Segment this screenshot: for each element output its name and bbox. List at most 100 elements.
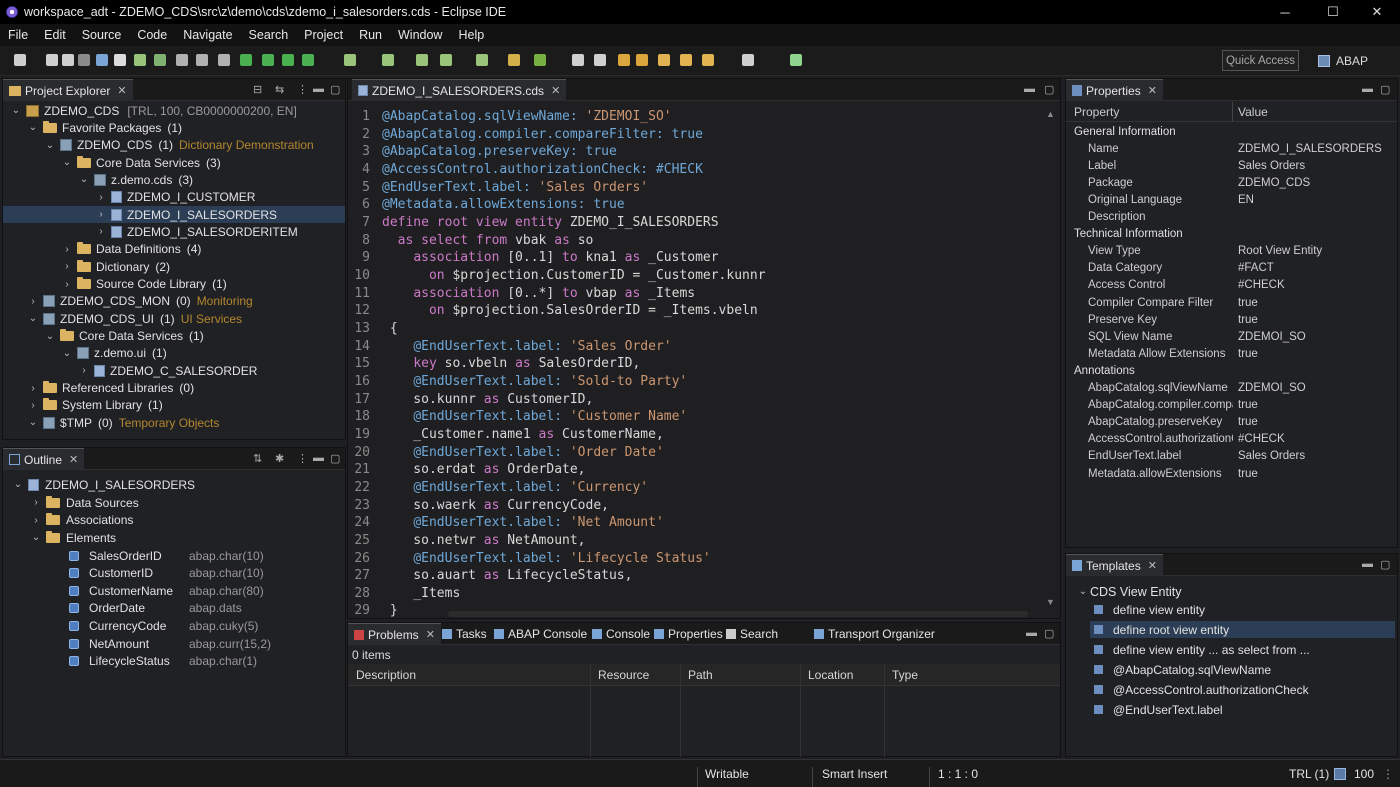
- column-header-type[interactable]: Type: [892, 664, 918, 686]
- chevron-right-icon[interactable]: ›: [60, 244, 74, 255]
- tab-transport-organizer[interactable]: Transport Organizer: [808, 623, 941, 645]
- chevron-right-icon[interactable]: ›: [29, 515, 43, 526]
- tab-templates[interactable]: Templates ✕: [1066, 554, 1163, 576]
- close-icon[interactable]: ✕: [1148, 84, 1157, 97]
- open-object-icon[interactable]: [572, 54, 584, 66]
- menu-navigate[interactable]: Navigate: [175, 28, 240, 42]
- chevron-down-icon[interactable]: ⌄: [77, 174, 91, 185]
- minimize-button[interactable]: ─: [1262, 0, 1308, 24]
- tree-item[interactable]: ⌄ z.demo.ui (1): [3, 345, 345, 362]
- property-category[interactable]: Annotations: [1066, 362, 1396, 379]
- view-menu-icon[interactable]: ⋮: [297, 452, 308, 465]
- menu-search[interactable]: Search: [241, 28, 297, 42]
- quick-access-input[interactable]: Quick Access: [1222, 50, 1299, 71]
- back-history-icon[interactable]: [702, 54, 714, 66]
- minimize-view-icon[interactable]: ▬: [1024, 83, 1035, 95]
- pin-editor-icon[interactable]: [790, 54, 802, 66]
- outline-element[interactable]: NetAmount abap.curr(15,2): [69, 635, 339, 652]
- menu-window[interactable]: Window: [390, 28, 450, 42]
- activate-all-icon[interactable]: [154, 54, 166, 66]
- tool-icon[interactable]: [196, 54, 208, 66]
- tree-item[interactable]: › Dictionary (2): [3, 258, 345, 275]
- chevron-right-icon[interactable]: ›: [26, 400, 40, 411]
- chevron-down-icon[interactable]: ⌄: [29, 532, 43, 543]
- menu-source[interactable]: Source: [74, 28, 130, 42]
- abap-project-icon[interactable]: [96, 54, 108, 66]
- tree-item[interactable]: ⌄ Favorite Packages (1): [3, 119, 345, 136]
- scroll-down-icon[interactable]: ▼: [1046, 597, 1056, 607]
- new-class-icon[interactable]: [382, 54, 394, 66]
- close-button[interactable]: ✕: [1354, 0, 1400, 24]
- link-editor-icon[interactable]: ⇆: [275, 83, 284, 96]
- code-editor[interactable]: ZDEMO_I_SALESORDERS.cds ✕ ▬ ▢ 1 @AbapCata…: [347, 78, 1061, 619]
- property-row[interactable]: SQL View Name ZDEMOI_SO: [1066, 328, 1396, 345]
- chevron-right-icon[interactable]: ›: [94, 226, 108, 237]
- chevron-right-icon[interactable]: ›: [60, 261, 74, 272]
- status-menu-icon[interactable]: ⋮: [1382, 767, 1394, 781]
- tab-search[interactable]: Search: [720, 623, 784, 645]
- horizontal-scrollbar[interactable]: [448, 611, 1028, 617]
- menu-run[interactable]: Run: [351, 28, 390, 42]
- outline-group[interactable]: › Associations: [29, 512, 133, 529]
- property-row[interactable]: Description: [1066, 209, 1396, 226]
- chevron-right-icon[interactable]: ›: [94, 209, 108, 220]
- external-tools-icon[interactable]: [344, 54, 356, 66]
- chevron-right-icon[interactable]: ›: [94, 192, 108, 203]
- chevron-down-icon[interactable]: ⌄: [9, 105, 23, 116]
- property-row[interactable]: AbapCatalog.preserveKey true: [1066, 414, 1396, 431]
- edit-icon[interactable]: [508, 54, 520, 66]
- chevron-right-icon[interactable]: ›: [77, 365, 91, 376]
- outline-element[interactable]: CustomerName abap.char(80): [69, 582, 339, 599]
- editor-scrollbar[interactable]: ▲ ▼: [1046, 109, 1056, 609]
- outline-element[interactable]: OrderDate abap.dats: [69, 600, 339, 617]
- outline-element[interactable]: LifecycleStatus abap.char(1): [69, 653, 339, 670]
- open-task-icon[interactable]: [594, 54, 606, 66]
- menu-project[interactable]: Project: [296, 28, 351, 42]
- maximize-view-icon[interactable]: ▢: [1044, 83, 1054, 96]
- minimize-view-icon[interactable]: ▬: [313, 452, 324, 464]
- template-item[interactable]: define view entity: [1090, 601, 1395, 618]
- maximize-view-icon[interactable]: ▢: [1044, 627, 1054, 640]
- tree-item[interactable]: ⌄ Core Data Services (1): [3, 328, 345, 345]
- chevron-down-icon[interactable]: ⌄: [26, 417, 40, 428]
- property-row[interactable]: Metadata Allow Extensions true: [1066, 345, 1396, 362]
- coverage-icon[interactable]: [302, 54, 314, 66]
- menu-edit[interactable]: Edit: [36, 28, 74, 42]
- tab-outline[interactable]: Outline ✕: [3, 448, 85, 470]
- tree-item[interactable]: › ZDEMO_CDS_MON (0) Monitoring: [3, 293, 345, 310]
- close-icon[interactable]: ✕: [551, 84, 560, 97]
- tree-item[interactable]: › ZDEMO_I_SALESORDERITEM: [3, 223, 345, 240]
- outline-element[interactable]: SalesOrderID abap.char(10): [69, 547, 339, 564]
- chevron-right-icon[interactable]: ›: [29, 497, 43, 508]
- maximize-view-icon[interactable]: ▢: [330, 83, 340, 96]
- template-item[interactable]: @AccessControl.authorizationCheck: [1090, 681, 1395, 698]
- property-category[interactable]: General Information: [1066, 123, 1396, 140]
- new-package-icon[interactable]: [416, 54, 428, 66]
- minimize-view-icon[interactable]: ▬: [313, 83, 324, 95]
- property-row[interactable]: Compiler Compare Filter true: [1066, 294, 1396, 311]
- template-item[interactable]: define root view entity: [1090, 621, 1395, 638]
- close-icon[interactable]: ✕: [69, 453, 78, 466]
- save-all-icon[interactable]: [62, 54, 74, 66]
- debug-icon[interactable]: [114, 54, 126, 66]
- property-row[interactable]: Metadata.allowExtensions true: [1066, 465, 1396, 482]
- tree-item[interactable]: ⌄ z.demo.cds (3): [3, 171, 345, 188]
- property-category[interactable]: Technical Information: [1066, 226, 1396, 243]
- property-row[interactable]: AbapCatalog.sqlViewName ZDEMOI_SO: [1066, 380, 1396, 397]
- new-icon[interactable]: [14, 54, 26, 66]
- property-row[interactable]: Name ZDEMO_I_SALESORDERS: [1066, 140, 1396, 157]
- outline-root[interactable]: ⌄ ZDEMO_I_SALESORDERS: [11, 476, 195, 493]
- previous-annotation-icon[interactable]: [658, 54, 670, 66]
- chevron-down-icon[interactable]: ⌄: [43, 331, 57, 342]
- close-icon[interactable]: ✕: [117, 84, 126, 97]
- tab-properties[interactable]: Properties: [648, 623, 729, 645]
- property-row[interactable]: EndUserText.label Sales Orders: [1066, 448, 1396, 465]
- print-icon[interactable]: [78, 54, 90, 66]
- check-icon[interactable]: [176, 54, 188, 66]
- property-row[interactable]: Preserve Key true: [1066, 311, 1396, 328]
- open-type-icon[interactable]: [534, 54, 546, 66]
- property-row[interactable]: Label Sales Orders: [1066, 157, 1396, 174]
- tree-item[interactable]: › ZDEMO_I_CUSTOMER: [3, 189, 345, 206]
- outline-element[interactable]: CustomerID abap.char(10): [69, 565, 339, 582]
- menu-code[interactable]: Code: [129, 28, 175, 42]
